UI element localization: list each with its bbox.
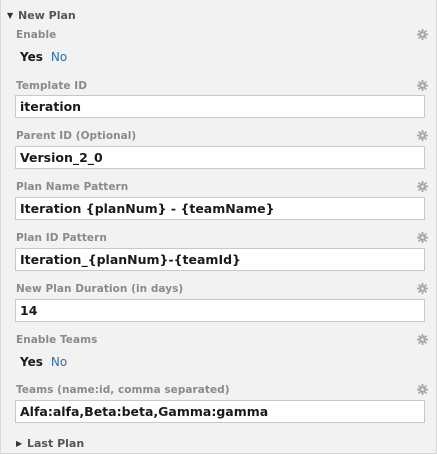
settings-panel: ▼ New Plan Enable Yes No Template ID Par… bbox=[0, 0, 437, 454]
triangle-right-icon: ▶ bbox=[16, 439, 23, 448]
gear-icon[interactable] bbox=[417, 232, 428, 243]
enable-yes-option[interactable]: Yes bbox=[20, 50, 43, 64]
new-plan-header-label: New Plan bbox=[18, 9, 76, 22]
gear-icon[interactable] bbox=[417, 334, 428, 345]
duration-field[interactable] bbox=[15, 299, 425, 322]
plan-name-pattern-label: Plan Name Pattern bbox=[16, 181, 129, 193]
teams-label: Teams (name:id, comma separated) bbox=[16, 384, 230, 396]
teams-field[interactable] bbox=[15, 400, 425, 423]
template-id-field[interactable] bbox=[15, 95, 425, 118]
gear-icon[interactable] bbox=[417, 181, 428, 192]
parent-id-label: Parent ID (Optional) bbox=[16, 130, 137, 142]
new-plan-section-header[interactable]: ▼ New Plan bbox=[7, 9, 76, 22]
gear-icon[interactable] bbox=[417, 29, 428, 40]
gear-icon[interactable] bbox=[417, 80, 428, 91]
duration-label: New Plan Duration (in days) bbox=[16, 283, 184, 295]
enable-teams-no-option[interactable]: No bbox=[51, 355, 67, 369]
enable-teams-yes-option[interactable]: Yes bbox=[20, 355, 43, 369]
enable-teams-toggle: Yes No bbox=[20, 355, 67, 369]
template-id-label: Template ID bbox=[16, 80, 87, 92]
parent-id-field[interactable] bbox=[15, 146, 425, 169]
gear-icon[interactable] bbox=[417, 130, 428, 141]
enable-teams-label: Enable Teams bbox=[16, 334, 98, 346]
last-plan-section-header[interactable]: ▶ Last Plan bbox=[16, 437, 84, 450]
enable-toggle: Yes No bbox=[20, 50, 67, 64]
gear-icon[interactable] bbox=[417, 384, 428, 395]
triangle-down-icon: ▼ bbox=[7, 11, 14, 20]
plan-id-pattern-field[interactable] bbox=[15, 248, 425, 271]
plan-id-pattern-label: Plan ID Pattern bbox=[16, 232, 107, 244]
enable-no-option[interactable]: No bbox=[51, 50, 67, 64]
enable-label: Enable bbox=[16, 29, 57, 41]
plan-name-pattern-field[interactable] bbox=[15, 197, 425, 220]
last-plan-header-label: Last Plan bbox=[27, 437, 85, 450]
gear-icon[interactable] bbox=[417, 283, 428, 294]
